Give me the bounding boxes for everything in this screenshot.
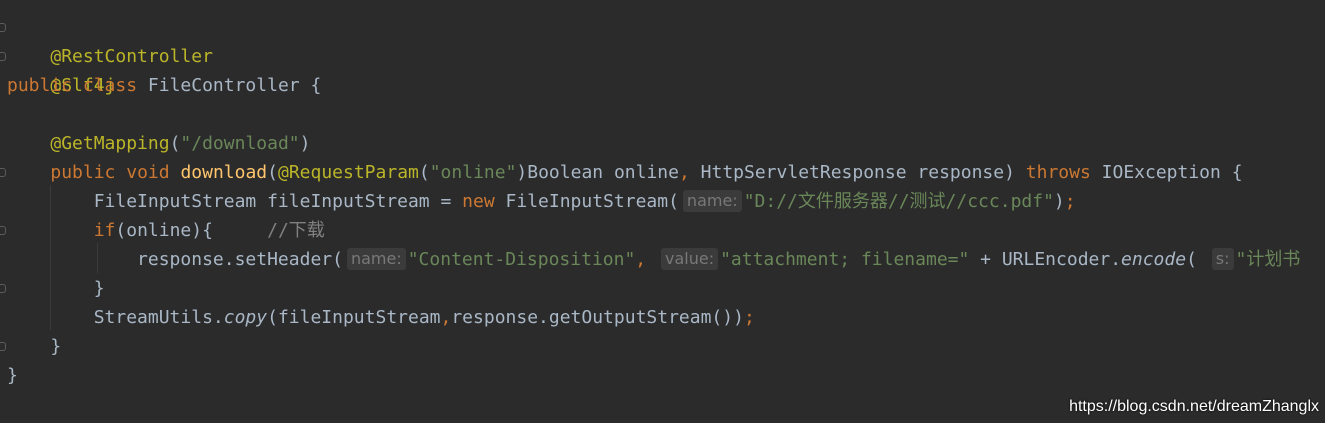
code-token: HttpServletResponse response) xyxy=(689,162,1026,183)
fold-marker-icon[interactable] xyxy=(0,342,6,351)
string-token: "D://文件服务器//测试//ccc.pdf" xyxy=(743,191,1054,212)
code-editor[interactable]: @RestController @Slf4j public class File… xyxy=(0,0,1325,423)
fold-marker-icon[interactable] xyxy=(0,52,6,61)
keyword-token: public xyxy=(7,75,73,96)
paren-token: ( xyxy=(418,162,430,183)
code-token: IOException { xyxy=(1090,162,1243,183)
comment-token: //下载 xyxy=(267,220,325,241)
code-line[interactable]: @GetMapping("/download") xyxy=(7,129,310,158)
paren-token: ) xyxy=(299,133,311,154)
string-token: "/download" xyxy=(180,133,300,154)
fold-marker-icon[interactable] xyxy=(0,23,6,32)
code-line[interactable]: FileInputStream fileInputStream = new Fi… xyxy=(7,187,1076,216)
code-line[interactable]: StreamUtils.copy(fileInputStream,respons… xyxy=(7,303,755,332)
string-token: "Content-Disposition" xyxy=(407,249,636,270)
code-token: + URLEncoder. xyxy=(969,249,1122,270)
paren-token: ( xyxy=(267,162,278,183)
code-token: response.getOutputStream()) xyxy=(451,307,744,328)
keyword-token: class xyxy=(82,75,138,96)
keyword-token: public xyxy=(50,162,116,183)
brace-token: } xyxy=(7,365,18,386)
keyword-token: if xyxy=(93,220,116,241)
code-token: (fileInputStream xyxy=(267,307,441,328)
method-name-token: copy xyxy=(223,307,268,328)
paren-token: ( xyxy=(169,133,181,154)
keyword-token: void xyxy=(126,162,170,183)
code-line[interactable]: } xyxy=(7,332,61,361)
code-token: response.setHeader( xyxy=(137,249,343,270)
annotation-token: @RequestParam xyxy=(277,162,419,183)
fold-marker-icon[interactable] xyxy=(0,226,6,235)
annotation-token: @GetMapping xyxy=(50,133,170,154)
comma-token: , xyxy=(440,307,452,328)
method-name-token: download xyxy=(180,162,268,183)
fold-marker-icon[interactable] xyxy=(0,284,6,293)
string-token: "计划书 xyxy=(1235,249,1301,270)
watermark-url: https://blog.csdn.net/dreamZhanglx xyxy=(1069,398,1319,415)
code-token: FileInputStream fileInputStream = xyxy=(93,191,463,212)
fold-marker-icon[interactable] xyxy=(0,168,6,177)
code-line[interactable]: @RestController xyxy=(7,13,213,67)
code-line[interactable]: @Slf4j xyxy=(7,42,115,96)
class-name-token: FileController { xyxy=(137,75,322,96)
code-line[interactable]: public void download(@RequestParam("onli… xyxy=(7,158,1243,187)
comma-token: , xyxy=(678,162,690,183)
paren-token: ) xyxy=(1053,191,1065,212)
semicolon-token: ; xyxy=(743,307,755,328)
code-token: (online){ xyxy=(115,220,268,241)
semicolon-token: ; xyxy=(1064,191,1076,212)
code-line[interactable]: } xyxy=(7,361,18,390)
method-name-token: encode xyxy=(1121,249,1187,270)
brace-token: } xyxy=(93,278,105,299)
code-token: FileInputStream( xyxy=(494,191,679,212)
code-line[interactable]: response.setHeader(name: "Content-Disposi… xyxy=(7,245,1300,274)
code-token: ( xyxy=(1186,249,1208,270)
code-line[interactable]: } xyxy=(7,274,105,303)
comma-token: , xyxy=(635,249,657,270)
brace-token: } xyxy=(50,336,62,357)
code-line[interactable]: if(online){ //下载 xyxy=(7,216,325,245)
parameter-hint: value: xyxy=(660,248,719,270)
parameter-hint: s: xyxy=(1211,248,1234,270)
parameter-hint: name: xyxy=(346,248,406,270)
parameter-hint: name: xyxy=(682,190,742,212)
keyword-token: throws xyxy=(1025,162,1091,183)
string-token: "attachment; filename=" xyxy=(720,249,970,270)
code-token: StreamUtils. xyxy=(93,307,224,328)
string-token: "online" xyxy=(429,162,517,183)
code-line[interactable]: public class FileController { xyxy=(7,71,321,100)
code-token: )Boolean online xyxy=(516,162,679,183)
keyword-token: new xyxy=(462,191,495,212)
